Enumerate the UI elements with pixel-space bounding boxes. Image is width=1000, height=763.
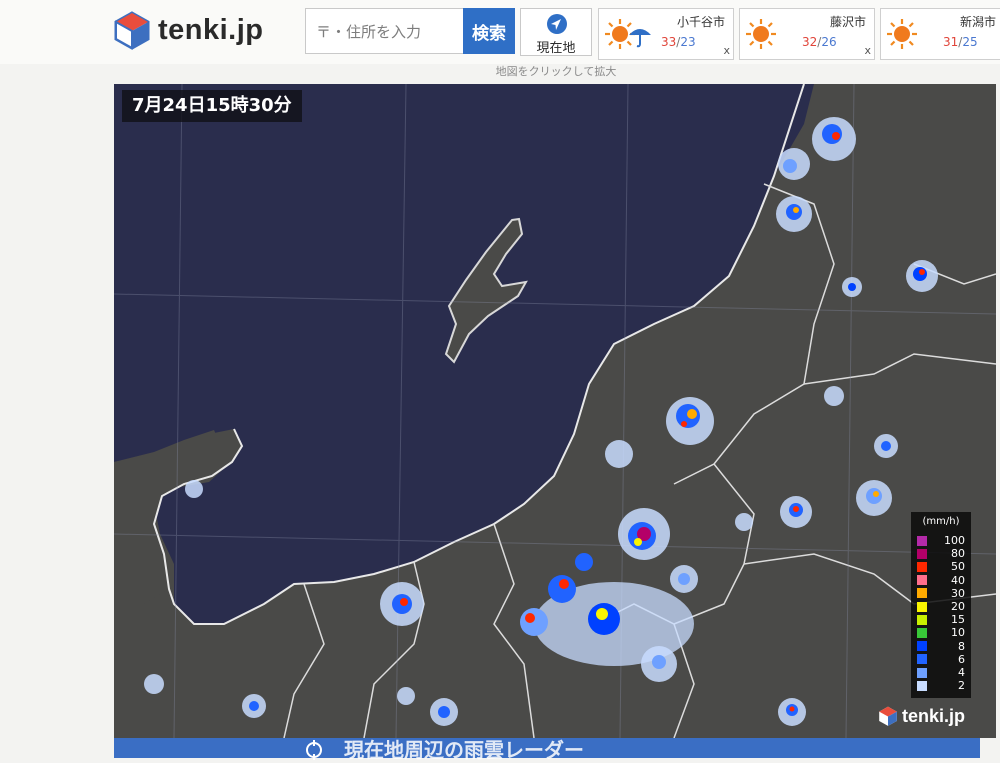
legend-label: 40 xyxy=(951,573,965,587)
tenki-watermark: tenki.jp xyxy=(877,705,965,727)
legend-label: 30 xyxy=(951,586,965,600)
rain-cell xyxy=(242,694,266,718)
legend-label: 80 xyxy=(951,547,965,561)
legend-label: 50 xyxy=(951,560,965,574)
logo-text: tenki.jp xyxy=(158,13,264,46)
legend-swatch xyxy=(917,680,927,691)
legend-swatch xyxy=(917,614,927,625)
legend-label: 100 xyxy=(944,534,965,547)
legend-swatch xyxy=(917,627,927,638)
rain-cell xyxy=(380,582,424,626)
rain-cell xyxy=(906,260,938,292)
legend-level: 10 xyxy=(917,626,965,639)
rain-cell xyxy=(778,698,806,726)
land-sado xyxy=(444,217,528,364)
search-box: 検索 xyxy=(305,8,515,54)
sun-icon xyxy=(887,19,917,49)
legend-swatch xyxy=(917,535,927,546)
legend-level: 15 xyxy=(917,613,965,626)
legend-label: 20 xyxy=(951,600,965,613)
city-name: 新潟市 xyxy=(959,15,996,29)
city-remove-button[interactable]: x xyxy=(723,44,730,57)
legend-swatch xyxy=(917,588,927,599)
legend-level: 8 xyxy=(917,640,965,653)
city-name: 藤沢市 xyxy=(829,15,866,29)
legend-label: 10 xyxy=(951,626,965,640)
rain-cell xyxy=(144,674,164,694)
city-card-ojiya[interactable]: 小千谷市 33/23 x xyxy=(598,8,734,60)
legend-level: 4 xyxy=(917,666,965,679)
umbrella-icon xyxy=(629,29,651,48)
rain-cell xyxy=(824,386,844,406)
legend-level: 80 xyxy=(917,547,965,560)
site-logo[interactable]: tenki.jp xyxy=(112,10,264,50)
tenki-cube-icon xyxy=(879,706,897,726)
legend-level: 40 xyxy=(917,574,965,587)
legend-level: 100 xyxy=(917,534,965,547)
city-remove-button[interactable]: x xyxy=(864,44,871,57)
legend-swatch xyxy=(917,601,927,612)
legend-label: 6 xyxy=(958,652,965,666)
rain-cell xyxy=(397,687,415,705)
rain-cell xyxy=(618,508,670,560)
legend-swatch xyxy=(917,561,927,572)
current-location-button[interactable]: 現在地 xyxy=(520,8,592,56)
city-temperature: 31/25 xyxy=(943,35,978,49)
rain-cell xyxy=(874,434,898,458)
banner-text: 現在地周辺の雨雲レーダー xyxy=(344,738,584,762)
rain-cell xyxy=(605,440,633,468)
rain-intensity-legend: (mm/h) 100 80 50 40 30 20 15 10 8 6 4 2 xyxy=(911,512,971,698)
legend-swatch xyxy=(917,667,927,678)
nearby-radar-banner[interactable]: 現在地周辺の雨雲レーダー xyxy=(114,738,980,762)
legend-label: 8 xyxy=(958,639,965,653)
rain-cell xyxy=(856,480,892,516)
legend-level: 20 xyxy=(917,600,965,613)
city-card-fujisawa[interactable]: 藤沢市 32/26 x xyxy=(739,8,875,60)
legend-swatch xyxy=(917,575,927,586)
map-canvas xyxy=(114,84,996,738)
location-arrow-icon xyxy=(547,14,567,34)
rain-cell xyxy=(666,397,714,445)
legend-swatch xyxy=(917,548,927,559)
search-button[interactable]: 検索 xyxy=(463,8,515,54)
target-icon xyxy=(306,740,322,760)
sun-icon xyxy=(746,19,776,49)
rain-cell xyxy=(430,698,458,726)
legend-swatch xyxy=(917,654,927,665)
tenki-cube-icon xyxy=(114,11,150,50)
current-location-label: 現在地 xyxy=(536,41,576,56)
rain-cell xyxy=(780,496,812,528)
legend-label: 15 xyxy=(951,613,965,627)
legend-level: 2 xyxy=(917,679,965,692)
legend-unit: (mm/h) xyxy=(922,516,960,527)
legend-swatch xyxy=(917,641,927,652)
rain-cell xyxy=(185,480,203,498)
watermark-text: tenki.jp xyxy=(902,705,966,726)
header: tenki.jp 検索 現在地 小千谷市 33/23 x xyxy=(0,0,1000,64)
map-click-hint: 地図をクリックして拡大 xyxy=(495,65,617,78)
city-card-niigata[interactable]: 新潟市 31/25 xyxy=(880,8,1000,60)
city-temperature: 33/23 xyxy=(661,35,696,49)
rain-cell xyxy=(812,117,856,161)
search-input[interactable] xyxy=(314,17,468,47)
rain-cell xyxy=(641,646,677,682)
city-name: 小千谷市 xyxy=(676,15,725,29)
rain-cell xyxy=(735,513,753,531)
radar-timestamp: 7月24日15時30分 xyxy=(122,90,302,122)
rain-cell xyxy=(776,196,812,232)
legend-level: 50 xyxy=(917,560,965,573)
rain-cell xyxy=(842,277,862,297)
rain-cell xyxy=(778,148,810,180)
city-temperature: 32/26 xyxy=(802,35,837,49)
rain-cell xyxy=(670,565,698,593)
legend-level: 30 xyxy=(917,587,965,600)
legend-level: 6 xyxy=(917,653,965,666)
land-noto xyxy=(114,429,242,614)
legend-label: 4 xyxy=(958,666,965,679)
legend-label: 2 xyxy=(958,679,965,693)
rain-radar-map[interactable] xyxy=(114,84,996,738)
